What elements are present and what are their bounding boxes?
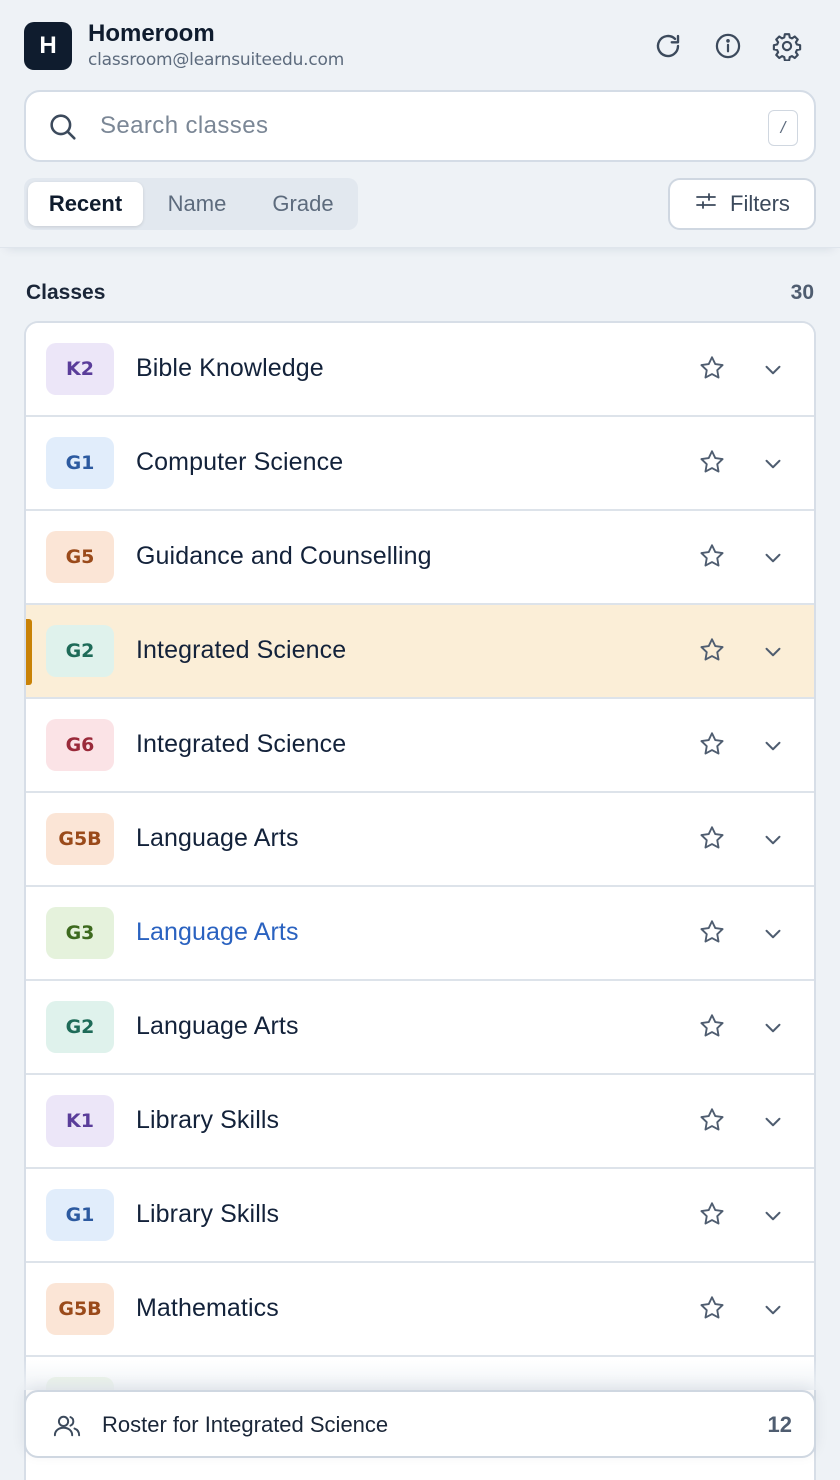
- roster-count: 12: [767, 1412, 792, 1437]
- class-row[interactable]: K2 Bible Knowledge: [26, 323, 814, 417]
- star-icon[interactable]: [698, 1200, 726, 1233]
- class-title: Language Arts: [136, 824, 299, 852]
- chevron-down-icon[interactable]: [760, 733, 786, 764]
- app-header: H Homeroom classroom@learnsuiteedu.com /…: [0, 0, 840, 248]
- grade-badge: G2: [46, 625, 114, 677]
- refresh-icon[interactable]: [650, 28, 686, 64]
- class-title: Library Skills: [136, 1200, 280, 1228]
- class-row[interactable]: G2 Language Arts: [26, 981, 814, 1075]
- star-icon[interactable]: [698, 824, 726, 857]
- class-list: K2 Bible Knowledge G1 Computer Science G5 Gui…: [24, 321, 816, 1480]
- section-title: Classes: [26, 281, 106, 304]
- class-row[interactable]: G1 Library Skills: [26, 1169, 814, 1263]
- class-row[interactable]: G5 Guidance and Counselling: [26, 511, 814, 605]
- list-fade: [24, 1360, 816, 1390]
- class-title: Guidance and Counselling: [136, 542, 432, 570]
- account-email: classroom@learnsuiteedu.com: [88, 50, 345, 70]
- info-icon[interactable]: [710, 28, 746, 64]
- grade-badge: G5B: [46, 813, 114, 865]
- class-row[interactable]: G6 Integrated Science: [26, 699, 814, 793]
- grade-badge: G6: [46, 719, 114, 771]
- chevron-down-icon[interactable]: [760, 639, 786, 670]
- filters-button[interactable]: Filters: [668, 178, 816, 230]
- selected-indicator: [26, 619, 32, 685]
- star-icon[interactable]: [698, 730, 726, 763]
- sort-segmented-control: Recent Name Grade: [24, 178, 358, 230]
- search-shortcut-hint: /: [768, 110, 798, 146]
- star-icon[interactable]: [698, 448, 726, 481]
- grade-badge: K1: [46, 1095, 114, 1147]
- class-title: Integrated Science: [136, 730, 347, 758]
- chevron-down-icon[interactable]: [760, 451, 786, 482]
- chevron-down-icon[interactable]: [760, 1109, 786, 1140]
- grade-badge: G5: [46, 531, 114, 583]
- grade-badge: G2: [46, 1001, 114, 1053]
- class-row[interactable]: G1 Computer Science: [26, 417, 814, 511]
- tab-grade[interactable]: Grade: [251, 182, 355, 226]
- class-row[interactable]: G3 Language Arts: [26, 887, 814, 981]
- roster-label: Roster for Integrated Science: [102, 1412, 389, 1437]
- grade-badge: G1: [46, 437, 114, 489]
- users-icon: [52, 1412, 82, 1445]
- grade-badge: G1: [46, 1189, 114, 1241]
- chevron-down-icon[interactable]: [760, 357, 786, 388]
- settings-gear-icon[interactable]: [769, 28, 805, 64]
- search-box: /: [24, 90, 816, 162]
- class-row[interactable]: G5B Mathematics: [26, 1263, 814, 1357]
- star-icon[interactable]: [698, 542, 726, 575]
- class-row[interactable]: G5B Language Arts: [26, 793, 814, 887]
- star-icon[interactable]: [698, 1106, 726, 1139]
- class-row[interactable]: K1 Library Skills: [26, 1075, 814, 1169]
- class-title: Language Arts: [136, 918, 299, 946]
- tab-recent[interactable]: Recent: [28, 182, 143, 226]
- class-title: Language Arts: [136, 1012, 299, 1040]
- star-icon[interactable]: [698, 354, 726, 387]
- chevron-down-icon[interactable]: [760, 1297, 786, 1328]
- roster-bar[interactable]: Roster for Integrated Science 12: [24, 1390, 816, 1458]
- star-icon[interactable]: [698, 636, 726, 669]
- chevron-down-icon[interactable]: [760, 827, 786, 858]
- grade-badge: K2: [46, 343, 114, 395]
- filters-label: Filters: [730, 191, 790, 216]
- sliders-icon: [694, 189, 718, 219]
- tab-name[interactable]: Name: [149, 182, 245, 226]
- class-row[interactable]: G2 Integrated Science: [26, 605, 814, 699]
- section-count: 30: [790, 281, 814, 304]
- chevron-down-icon[interactable]: [760, 545, 786, 576]
- search-input[interactable]: [100, 106, 720, 146]
- star-icon[interactable]: [698, 918, 726, 951]
- class-title: Library Skills: [136, 1106, 280, 1134]
- class-title: Bible Knowledge: [136, 354, 324, 382]
- grade-badge: G5B: [46, 1283, 114, 1335]
- star-icon[interactable]: [698, 1294, 726, 1327]
- class-title: Integrated Science: [136, 636, 347, 664]
- class-title: Mathematics: [136, 1294, 279, 1322]
- chevron-down-icon[interactable]: [760, 1015, 786, 1046]
- grade-badge: G3: [46, 907, 114, 959]
- star-icon[interactable]: [698, 1012, 726, 1045]
- app-name: Homeroom: [88, 20, 215, 47]
- class-title: Computer Science: [136, 448, 344, 476]
- app-logo: H: [24, 22, 72, 70]
- chevron-down-icon[interactable]: [760, 921, 786, 952]
- chevron-down-icon[interactable]: [760, 1203, 786, 1234]
- search-icon: [46, 110, 80, 149]
